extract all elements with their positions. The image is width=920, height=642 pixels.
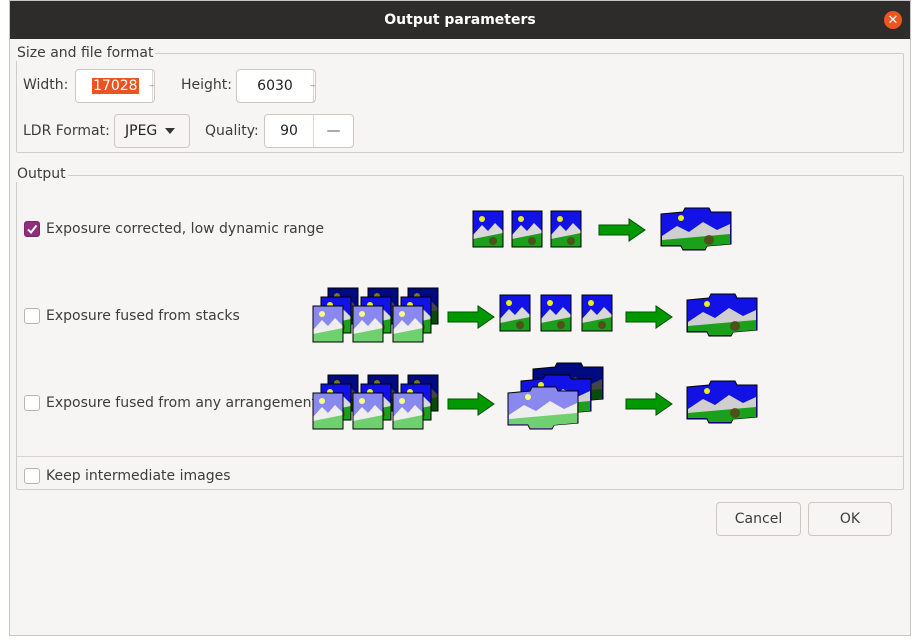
fused-images-icon [499, 294, 613, 332]
panorama-icon [686, 380, 758, 424]
image-icon [550, 210, 582, 248]
arrow-right-icon [625, 305, 673, 329]
ok-button[interactable]: OK [808, 502, 892, 536]
keep-intermediate-checkbox[interactable] [24, 468, 40, 484]
image-stacks-icon [312, 374, 439, 430]
panorama-stack-icon [507, 362, 604, 430]
arrow-right-icon [598, 218, 646, 242]
image-icon [511, 210, 543, 248]
output-parameters-dialog: Output parameters ✕ Size and file format… [9, 0, 911, 636]
panorama-icon [660, 207, 732, 251]
arrow-right-icon [447, 305, 495, 329]
panorama-icon [686, 293, 758, 337]
cancel-button[interactable]: Cancel [716, 502, 801, 536]
image-stacks-icon [312, 287, 439, 343]
arrow-right-icon [447, 392, 495, 416]
keep-intermediate-option[interactable]: Keep intermediate images [24, 468, 230, 484]
arrow-right-icon [625, 392, 673, 416]
keep-intermediate-label: Keep intermediate images [46, 468, 231, 484]
image-icon [472, 210, 504, 248]
output-diagrams [312, 207, 758, 430]
